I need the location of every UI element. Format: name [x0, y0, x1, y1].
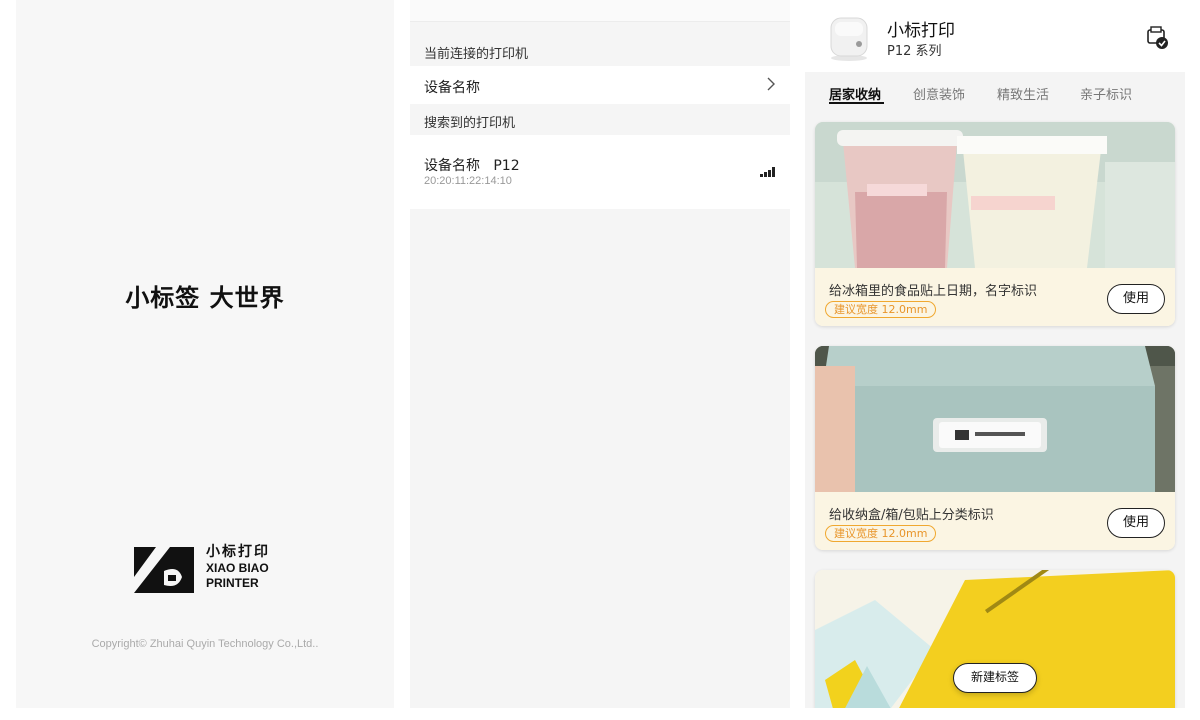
- suggested-width-badge: 建议宽度 12.0mm: [825, 525, 937, 542]
- active-tab-indicator: [829, 102, 884, 104]
- found-device-mac: 20:20:11:22:14:10: [424, 175, 512, 187]
- category-tabs: 居家收纳 创意装饰 精致生活 亲子标识: [805, 78, 1185, 110]
- new-label-button[interactable]: 新建标签: [953, 663, 1037, 693]
- use-template-button[interactable]: 使用: [1107, 284, 1165, 314]
- use-template-button[interactable]: 使用: [1107, 508, 1165, 538]
- template-card[interactable]: 给收纳盒/箱/包贴上分类标识 建议宽度 12.0mm 使用: [815, 346, 1175, 550]
- tab-refined-life[interactable]: 精致生活: [997, 84, 1049, 103]
- template-card[interactable]: 给冰箱里的食品贴上日期，名字标识 建议宽度 12.0mm 使用: [815, 122, 1175, 326]
- brand-mark-icon: [134, 547, 194, 593]
- printer-name: 小标打印: [887, 21, 955, 41]
- found-device-name: 设备名称 P12: [424, 158, 520, 174]
- card-photo-drinks: [815, 122, 1175, 268]
- brand-name-cn: 小标打印: [206, 544, 270, 560]
- card-info: 给收纳盒/箱/包贴上分类标识 建议宽度 12.0mm 使用: [815, 492, 1175, 550]
- brand-text: 小标打印 XIAO BIAO PRINTER: [206, 545, 270, 589]
- copyright-text: Copyright© Zhuhai Quyin Technology Co.,L…: [91, 638, 319, 650]
- found-printers-header: 搜索到的打印机: [424, 116, 516, 131]
- printer-series: P12 系列: [887, 44, 942, 59]
- device-list-screen: 当前连接的打印机 设备名称 搜索到的打印机 设备名称 P12 20:20:11:…: [410, 0, 790, 708]
- current-device-name: 设备名称: [424, 80, 480, 96]
- current-device-row[interactable]: 设备名称: [410, 66, 790, 104]
- template-home-screen: 小标打印 P12 系列 居家收纳 创意装饰 精致生活 亲子标识 给冰箱里的食品贴…: [805, 0, 1185, 708]
- card-photo-storage-box: [815, 346, 1175, 492]
- suggested-width-badge: 建议宽度 12.0mm: [825, 301, 937, 318]
- splash-screen: 小标签 大世界 小标打印 XIAO BIAO PRINTER Copyright…: [16, 0, 394, 708]
- chevron-right-icon: [767, 77, 775, 91]
- top-bar: [410, 0, 790, 22]
- brand-name-en-line2: PRINTER: [206, 576, 259, 590]
- signal-strength-icon: [760, 167, 775, 177]
- printer-device-icon[interactable]: [827, 14, 871, 62]
- card-info: 给冰箱里的食品贴上日期，名字标识 建议宽度 12.0mm 使用: [815, 268, 1175, 326]
- tab-kids-labels[interactable]: 亲子标识: [1080, 84, 1132, 103]
- brand-name-en-line1: XIAO BIAO: [206, 561, 269, 575]
- current-printer-header: 当前连接的打印机: [424, 47, 529, 62]
- printer-header: 小标打印 P12 系列: [805, 0, 1185, 72]
- tab-creative-decor[interactable]: 创意装饰: [913, 84, 965, 103]
- tab-home-storage[interactable]: 居家收纳: [829, 84, 881, 103]
- printer-connected-icon[interactable]: [1145, 26, 1169, 50]
- card-description: 给冰箱里的食品贴上日期，名字标识: [829, 284, 1038, 299]
- card-description: 给收纳盒/箱/包贴上分类标识: [829, 508, 994, 523]
- splash-slogan: 小标签 大世界: [125, 284, 285, 312]
- found-device-row[interactable]: 设备名称 P12 20:20:11:22:14:10: [410, 135, 790, 209]
- brand-logo: 小标打印 XIAO BIAO PRINTER: [134, 545, 294, 595]
